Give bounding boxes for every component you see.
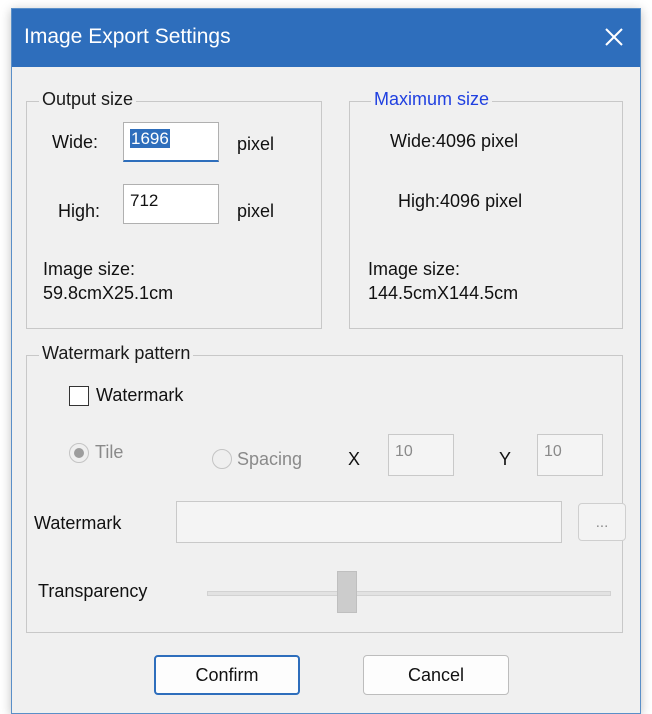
watermark-checkbox[interactable]	[69, 386, 89, 406]
max-image-size-value: 144.5cmX144.5cm	[368, 283, 519, 303]
max-wide-text: Wide:4096 pixel	[390, 131, 519, 151]
close-button[interactable]	[596, 19, 632, 55]
y-spacing-value: 10	[544, 443, 562, 460]
confirm-button[interactable]: Confirm	[154, 655, 300, 695]
cancel-button[interactable]: Cancel	[363, 655, 509, 695]
spacing-label[interactable]: Spacing	[237, 449, 302, 470]
spacing-radio[interactable]	[212, 449, 232, 469]
watermark-file-field[interactable]	[176, 501, 562, 543]
browse-button[interactable]: ...	[578, 503, 626, 541]
max-high-text: High:4096 pixel	[398, 191, 523, 211]
output-size-legend: Output size	[39, 89, 137, 110]
cancel-button-label: Cancel	[407, 664, 465, 685]
watermark-file-label: Watermark	[34, 513, 122, 533]
wide-value: 1696	[130, 129, 170, 148]
export-dialog: Image Export Settings Output size Wide: …	[11, 8, 641, 714]
y-label: Y	[499, 449, 512, 469]
tile-radio[interactable]	[69, 443, 89, 463]
output-image-size-label: Image size:	[43, 259, 136, 279]
browse-button-label: ...	[595, 513, 609, 531]
high-value: 712	[130, 191, 159, 210]
transparency-slider-track[interactable]	[207, 591, 611, 596]
maximum-size-legend: Maximum size	[371, 89, 493, 110]
high-input[interactable]: 712	[123, 184, 219, 224]
x-spacing-value: 10	[395, 443, 413, 460]
wide-unit-label: pixel	[237, 134, 275, 154]
confirm-button-label: Confirm	[195, 664, 259, 685]
dialog-title: Image Export Settings	[24, 25, 231, 48]
high-unit-label: pixel	[237, 201, 275, 221]
output-image-size-value: 59.8cmX25.1cm	[43, 283, 174, 303]
transparency-label: Transparency	[38, 581, 148, 601]
title-bar: Image Export Settings	[12, 9, 640, 67]
wide-label: Wide:	[52, 132, 99, 152]
watermark-legend: Watermark pattern	[39, 343, 194, 364]
tile-label[interactable]: Tile	[95, 442, 123, 463]
y-spacing-input[interactable]: 10	[537, 434, 603, 476]
tile-radio-dot	[74, 448, 84, 458]
max-image-size-label: Image size:	[368, 259, 461, 279]
watermark-checkbox-label[interactable]: Watermark	[96, 385, 183, 406]
transparency-slider-thumb[interactable]	[337, 571, 357, 613]
close-icon	[605, 28, 623, 46]
wide-input[interactable]: 1696	[123, 122, 219, 162]
x-spacing-input[interactable]: 10	[388, 434, 454, 476]
x-label: X	[348, 449, 361, 469]
high-label: High:	[58, 201, 101, 221]
